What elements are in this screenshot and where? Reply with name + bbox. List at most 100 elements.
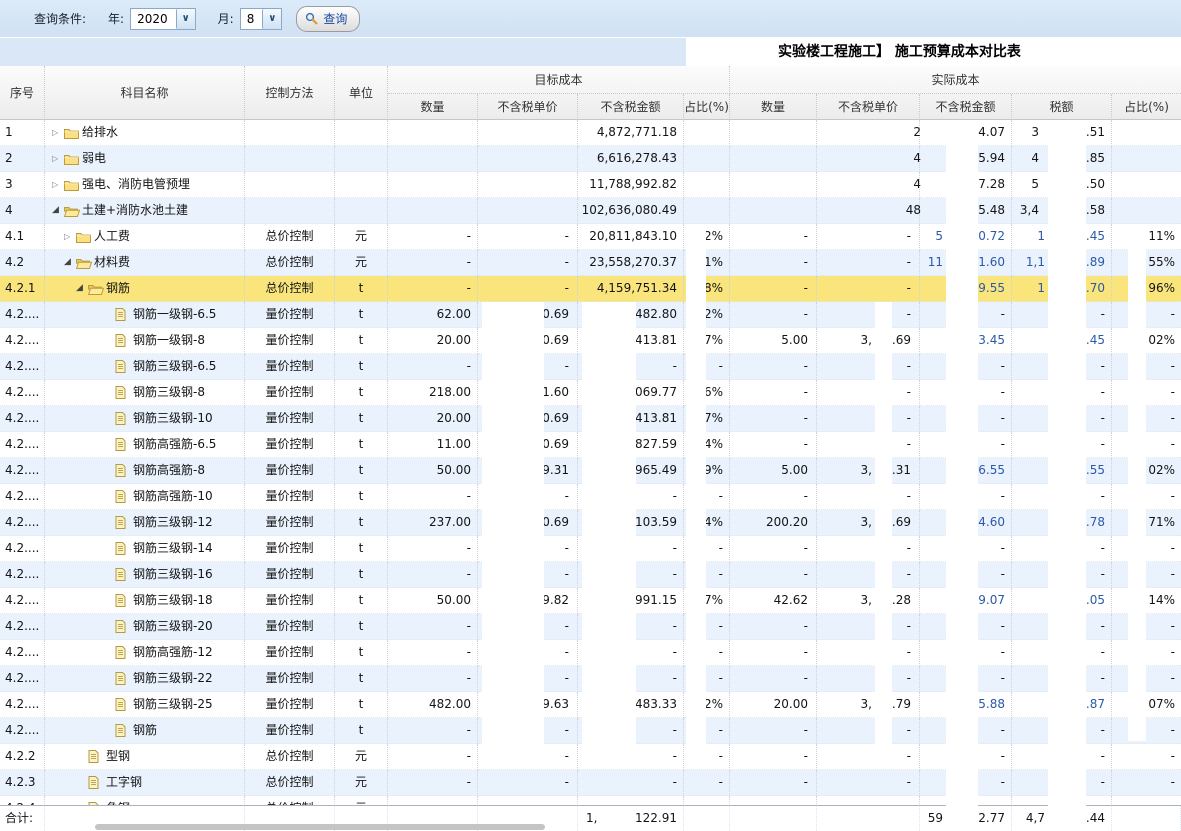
target-amount-cell: 4,872,771.18 [578,120,684,146]
actual-price-cell: - [817,562,920,588]
subject-name-cell: ▷ 弱电 [45,146,245,172]
subject-name-cell: 钢筋三级钢-6.5 [45,354,245,380]
actual-pct-cell [1112,120,1181,146]
target-qty-cell: - [388,770,478,796]
unit-cell: t [335,536,388,562]
subject-name-label: 钢筋 [133,718,157,743]
subject-name-label: 钢筋三级钢-16 [133,562,213,587]
target-amount-cell: - [578,796,684,805]
row-seq: 4.2.... [0,510,45,536]
subject-name-label: 钢筋高强筋-12 [133,640,213,665]
actual-pct-cell: - [1112,380,1181,406]
actual-pct-cell: - [1112,302,1181,328]
subject-name-cell: 钢筋一级钢-6.5 [45,302,245,328]
actual-price-cell: - [817,484,920,510]
table-row[interactable]: 4.2.2型钢总价控制元--------- [0,744,1181,770]
control-method-cell [245,120,335,146]
folder-icon [64,179,79,191]
actual-price-cell: - [817,302,920,328]
subject-name-label: 钢筋三级钢-8 [133,380,205,405]
tree-expander-icon[interactable]: ▷ [64,224,76,249]
redaction-actual-amount [946,120,978,831]
col-header-name: 科目名称 [45,66,245,120]
unit-cell: t [335,302,388,328]
tree-expander-icon[interactable]: ◢ [76,276,88,301]
document-icon [115,698,126,711]
subject-name-label: 钢筋 [106,276,130,301]
tree-expander-icon[interactable]: ▷ [52,120,64,145]
table-row[interactable]: 4.2.1◢钢筋总价控制t--4,159,751.348%--9.551.709… [0,276,1181,302]
table-row[interactable]: 2▷弱电6,616,278.4345.944.85 [0,146,1181,172]
table-row[interactable]: 4.1▷人工费总价控制元--20,811,843.102%--50.721.45… [0,224,1181,250]
row-seq: 4.2.... [0,302,45,328]
subject-name-label: 弱电 [82,146,106,171]
unit-cell: 元 [335,770,388,796]
row-seq: 4.2.... [0,432,45,458]
target-amount-cell: - [578,770,684,796]
chevron-down-icon[interactable]: ∨ [262,9,281,29]
control-method-cell: 量价控制 [245,328,335,354]
search-button[interactable]: 查询 [296,6,360,32]
row-seq: 4.2.... [0,562,45,588]
document-icon [115,568,126,581]
actual-pct-cell: - [1112,796,1181,805]
control-method-cell: 总价控制 [245,250,335,276]
subject-name-label: 土建+消防水池土建 [82,198,188,223]
unit-cell [335,172,388,198]
redaction-target-price [482,302,544,745]
col-header-target-pct: 占比(%) [684,94,730,120]
year-select[interactable]: 2020 ∨ [130,8,196,30]
actual-price-cell: - [817,744,920,770]
subject-name-label: 钢筋三级钢-25 [133,692,213,717]
unit-cell [335,120,388,146]
tree-expander-icon[interactable]: ▷ [52,172,64,197]
chevron-down-icon[interactable]: ∨ [176,9,195,29]
target-qty-cell [388,172,478,198]
table-row[interactable]: 4.2◢材料费总价控制元--23,558,270.371%--111.601,1… [0,250,1181,276]
subject-name-label: 强电、消防电管预埋 [82,172,190,197]
control-method-cell: 量价控制 [245,302,335,328]
row-seq: 4.2.... [0,614,45,640]
row-seq: 4.2.1 [0,276,45,302]
subject-name-cell: 角钢 [45,796,245,805]
actual-pct-cell: - [1112,406,1181,432]
actual-price-cell: - [817,536,920,562]
table-row[interactable]: 4.2.3工字钢总价控制元--------- [0,770,1181,796]
target-qty-cell [388,120,478,146]
subject-name-label: 人工费 [94,224,130,249]
actual-price-cell: - [817,276,920,302]
actual-qty-cell [730,146,817,172]
month-select[interactable]: 8 ∨ [240,8,283,30]
horizontal-scrollbar[interactable] [95,824,545,830]
table-row[interactable]: 4◢土建+消防水池土建102,636,080.49485.483,4.58 [0,198,1181,224]
app-window: 查询条件: 年: 2020 ∨ 月: 8 ∨ 查询 实验楼工程施工】 施工预算成… [0,0,1181,831]
unit-cell: 元 [335,796,388,805]
subject-name-label: 钢筋高强筋-6.5 [133,432,216,457]
redaction-actual-price [875,302,892,745]
redaction-target-pct [686,224,706,745]
subject-name-cell: 钢筋三级钢-20 [45,614,245,640]
row-seq: 4.2.... [0,458,45,484]
control-method-cell: 总价控制 [245,276,335,302]
tree-expander-icon[interactable]: ▷ [52,146,64,171]
target-qty-cell: 11.00 [388,432,478,458]
subject-name-cell: 钢筋三级钢-22 [45,666,245,692]
unit-cell: t [335,640,388,666]
subject-name-cell: ◢材料费 [45,250,245,276]
actual-price-cell [817,172,920,198]
subject-name-cell: 钢筋三级钢-12 [45,510,245,536]
control-method-cell: 量价控制 [245,718,335,744]
actual-qty-cell: - [730,484,817,510]
table-row[interactable]: 4.2.4角钢总价控制元--------- [0,796,1181,805]
unit-cell: t [335,276,388,302]
control-method-cell: 量价控制 [245,562,335,588]
folder-icon [64,127,79,139]
target-qty-cell: - [388,614,478,640]
tree-expander-icon[interactable]: ◢ [52,198,64,223]
table-row[interactable]: 3▷强电、消防电管预埋11,788,992.8247.285.50 [0,172,1181,198]
tree-expander-icon[interactable]: ◢ [64,250,76,275]
table-row[interactable]: 1▷给排水4,872,771.1824.073.51 [0,120,1181,146]
subject-name-label: 钢筋高强筋-10 [133,484,213,509]
document-icon [115,464,126,477]
search-icon [305,12,318,25]
